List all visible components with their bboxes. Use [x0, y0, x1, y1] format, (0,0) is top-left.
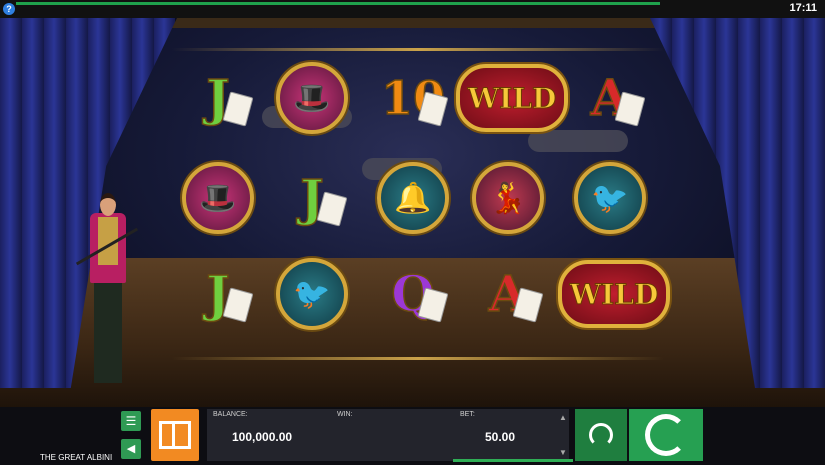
reel-symbol-letter: A: [572, 60, 648, 136]
win-label: WIN:: [337, 411, 353, 418]
reel-symbol-lady: 💃: [470, 160, 546, 236]
lady-icon: 💃: [472, 162, 544, 234]
canary-icon: 🐦: [574, 162, 646, 234]
reel-frame-top: [172, 48, 664, 51]
game-title: THE GREAT ALBINI: [40, 453, 113, 462]
clock: 17:11: [789, 2, 817, 14]
help-icon[interactable]: ?: [3, 3, 15, 15]
reel-symbol-letter: A: [470, 256, 546, 332]
balance-value: 100,000.00: [232, 430, 293, 444]
win-indicator-line: [453, 459, 573, 462]
magician-character: [75, 193, 144, 388]
gift-icon: [159, 421, 191, 449]
reel-symbol-wild: WILD: [456, 60, 568, 136]
magician-icon: 🎩: [182, 162, 254, 234]
reel-symbol-wild: WILD: [558, 256, 670, 332]
reel-symbol-letter: 10: [375, 60, 451, 136]
sound-icon: ◀: [126, 443, 136, 455]
spin-icon: [645, 414, 687, 456]
canary-icon: 🐦: [276, 258, 348, 330]
game-stage: J 🎩 J 🎩 J 🐦 10 🔔 Q WILD 💃 A A 🐦 WILD: [0, 18, 825, 407]
gift-button[interactable]: [151, 409, 199, 461]
spin-button[interactable]: [629, 409, 703, 461]
reel-symbol-letter: J: [180, 256, 256, 332]
wild-label: WILD: [569, 277, 659, 311]
reel-symbol-letter: J: [180, 60, 256, 136]
sound-button[interactable]: ◀: [121, 439, 141, 459]
autoplay-button[interactable]: [575, 409, 627, 461]
chevron-down-icon[interactable]: ▼: [557, 448, 569, 457]
balance-label: BALANCE:: [213, 411, 248, 418]
bet-value: 50.00: [485, 430, 516, 444]
reel-symbol-letter: Q: [375, 256, 451, 332]
reel-symbol-canary: 🐦: [572, 160, 648, 236]
reel-frame-bottom: [172, 357, 664, 360]
reel-symbol-magician: 🎩: [180, 160, 256, 236]
reel-symbol-letter: J: [274, 160, 350, 236]
menu-button[interactable]: ☰: [121, 411, 141, 431]
bells-icon: 🔔: [377, 162, 449, 234]
autoplay-icon: [589, 423, 613, 447]
wild-label: WILD: [467, 81, 557, 115]
wild-badge: WILD: [456, 64, 568, 132]
menu-icon: ☰: [125, 414, 137, 428]
magician-icon: 🎩: [276, 62, 348, 134]
wild-badge: WILD: [558, 260, 670, 328]
bet-label: BET:: [460, 411, 475, 418]
reel-symbol-magician: 🎩: [274, 60, 350, 136]
bet-stepper[interactable]: ▲ ▼: [557, 411, 569, 459]
loading-progress-bar: [16, 2, 660, 5]
top-status-bar: ? 17:11: [0, 0, 825, 18]
chevron-up-icon[interactable]: ▲: [557, 413, 569, 422]
reel-symbol-bells: 🔔: [375, 160, 451, 236]
reel-symbol-canary: 🐦: [274, 256, 350, 332]
